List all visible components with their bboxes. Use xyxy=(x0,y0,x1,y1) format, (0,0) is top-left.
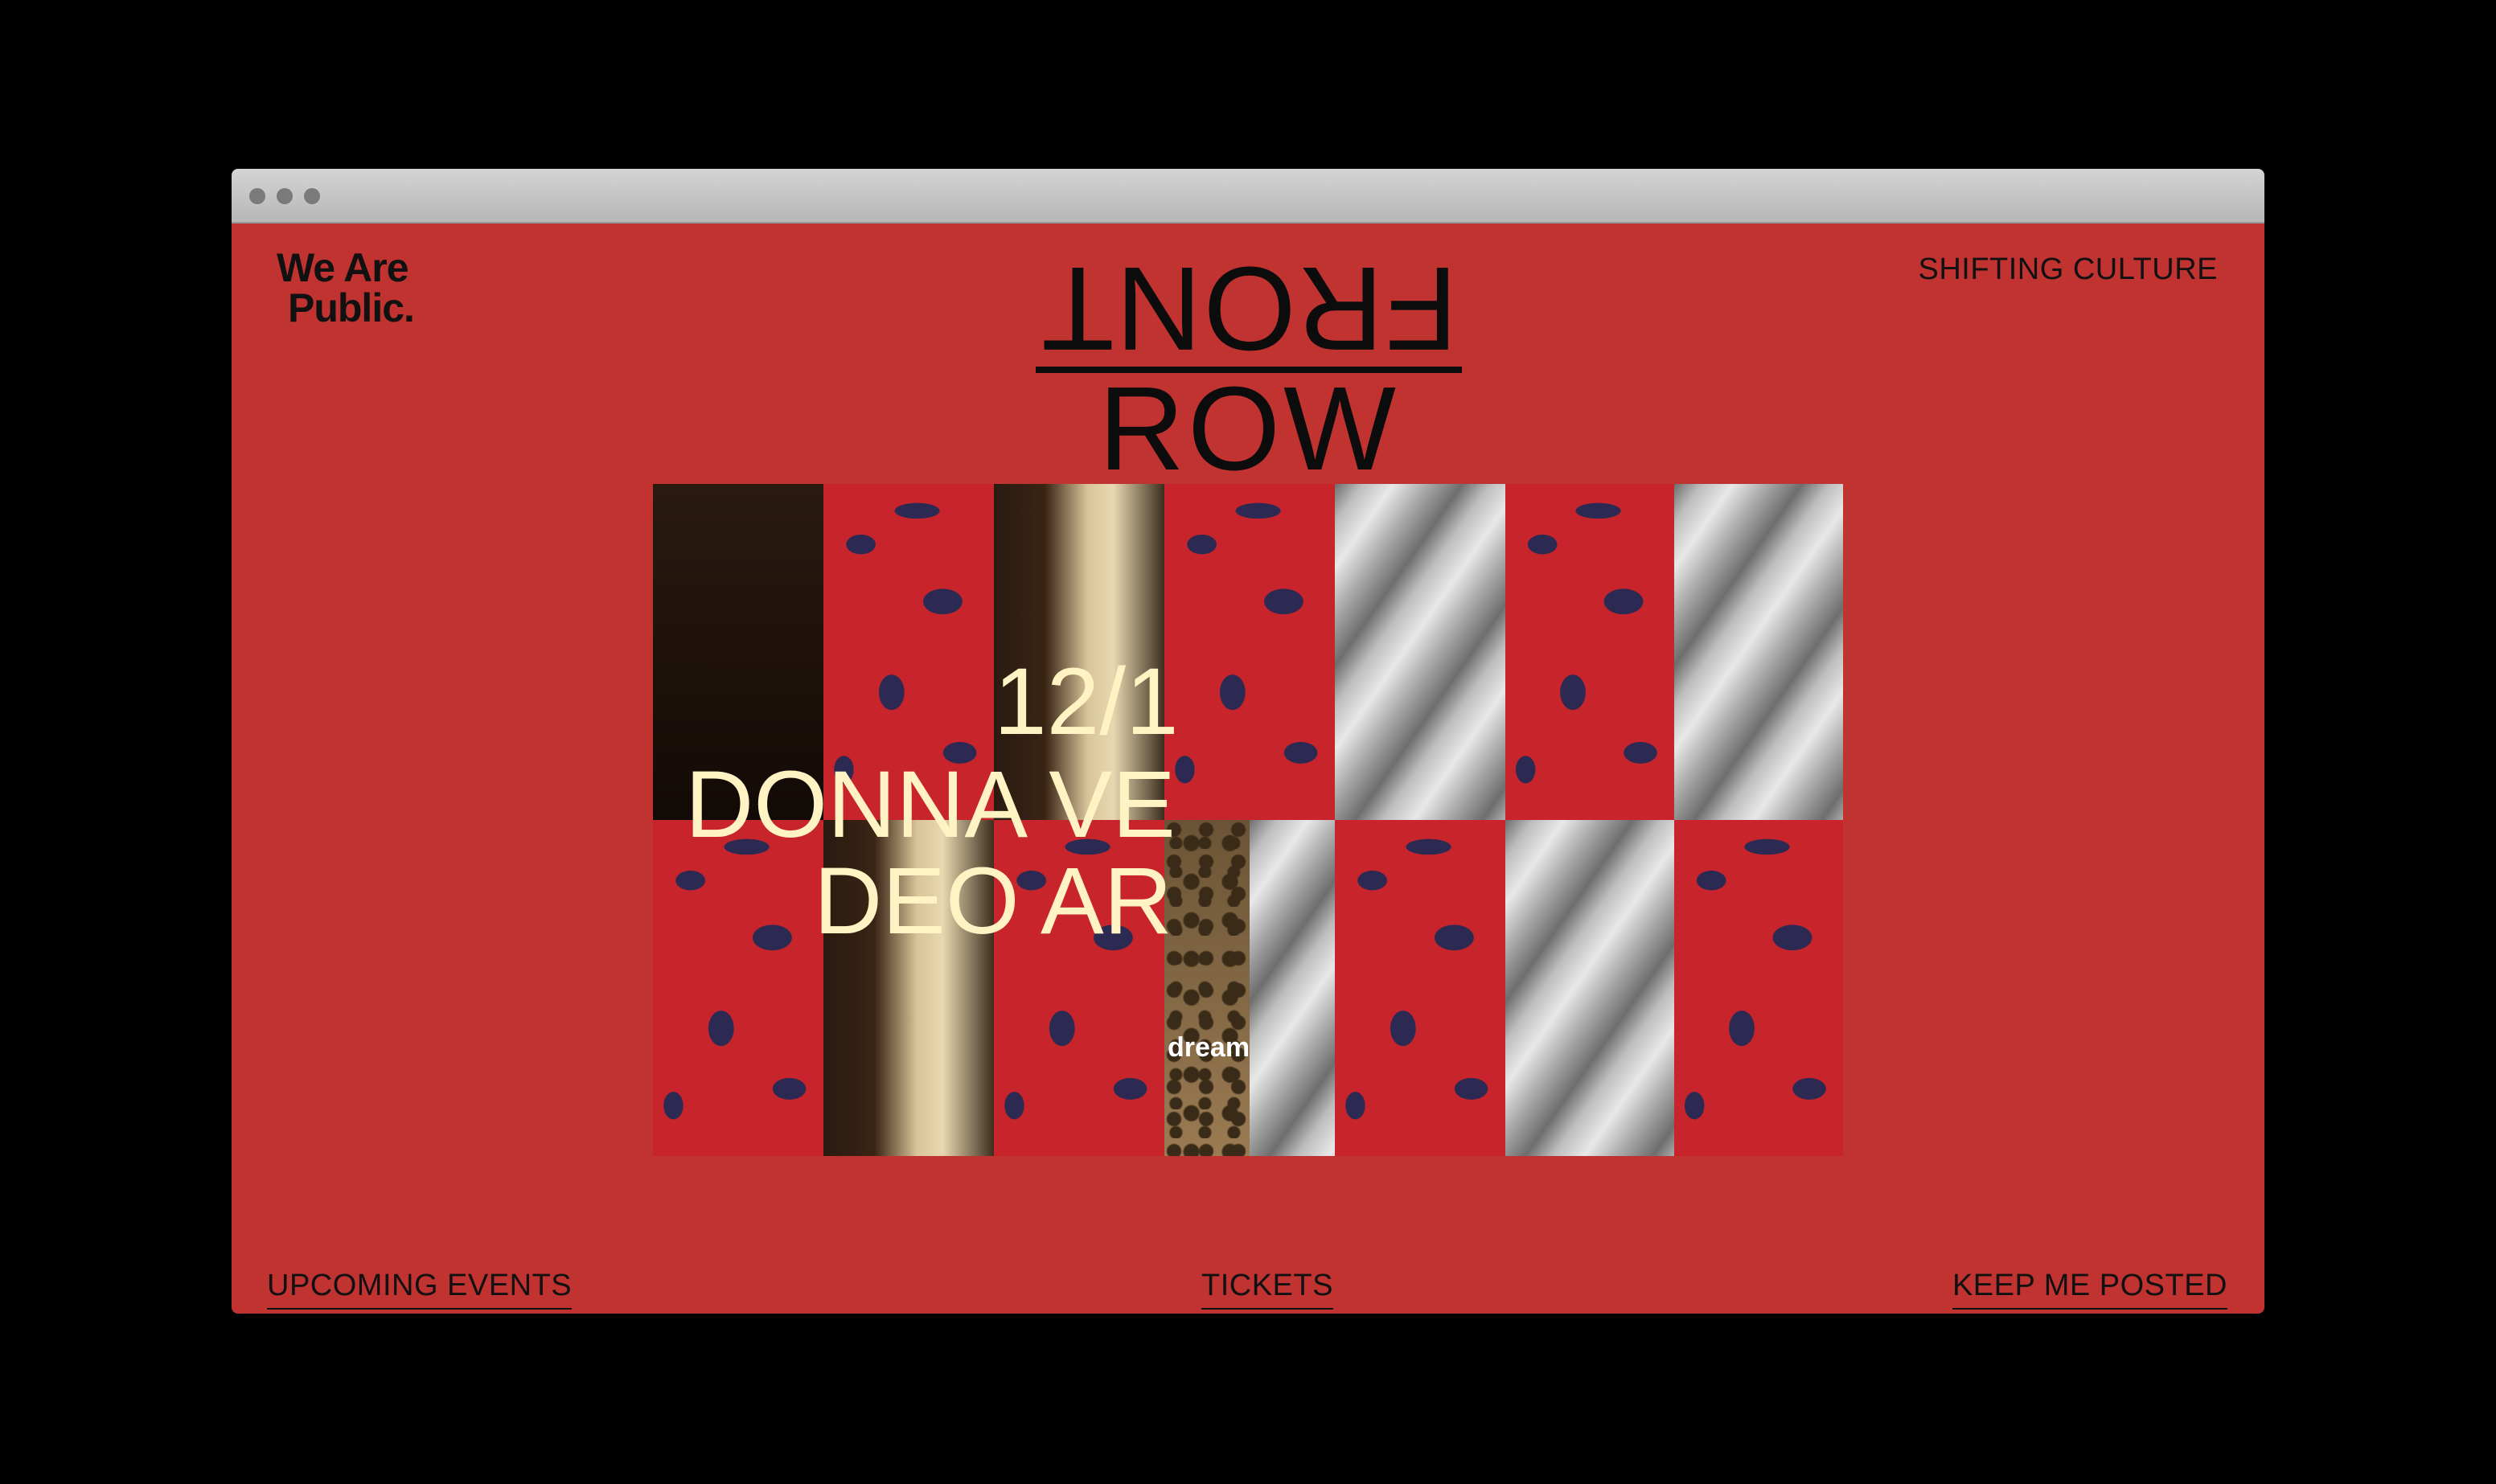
page: We Are Public. SHIFTING CULTURE FRONT RO… xyxy=(232,223,2264,1314)
tagline: SHIFTING CULTURE xyxy=(1918,252,2218,286)
video-caption: dream xyxy=(1168,1032,1250,1063)
browser-window: We Are Public. SHIFTING CULTURE FRONT RO… xyxy=(232,169,2264,1314)
wordmark-row: ROW xyxy=(1098,363,1399,495)
logo-line-1: We Are xyxy=(277,245,409,290)
nav-tickets[interactable]: TICKETS xyxy=(1201,1269,1333,1310)
mosaic-tile-texture xyxy=(1164,484,1335,820)
mosaic-tile-sand xyxy=(1674,484,1843,820)
image-mosaic[interactable]: 12/1 DONNA VE DEO AR dream xyxy=(653,484,1843,1156)
front-row-wordmark: FRONT ROW xyxy=(1036,242,1462,495)
mosaic-tile-texture xyxy=(653,820,823,1156)
event-date-text: 12/1 xyxy=(994,649,1179,755)
mosaic-tile-sand xyxy=(1505,820,1674,1156)
logo-line-2: Public. xyxy=(288,285,415,330)
site-logo[interactable]: We Are Public. xyxy=(277,245,415,330)
window-close-dot[interactable] xyxy=(249,188,265,204)
mosaic-tile-texture xyxy=(1674,820,1843,1156)
mosaic-tile-sand xyxy=(1250,820,1335,1156)
nav-upcoming-events[interactable]: UPCOMING EVENTS xyxy=(267,1269,573,1310)
mosaic-tile-sand xyxy=(1335,484,1505,820)
window-maximize-dot[interactable] xyxy=(304,188,320,204)
mosaic-tile-texture xyxy=(1505,484,1674,820)
window-titlebar xyxy=(232,169,2264,223)
mosaic-tile-video xyxy=(1164,820,1250,1156)
wordmark-front: FRONT xyxy=(1040,242,1458,375)
event-subtitle-fragment: DEO AR xyxy=(814,848,1172,954)
nav-keep-me-posted[interactable]: KEEP ME POSTED xyxy=(1952,1269,2227,1310)
mosaic-tile-texture xyxy=(1335,820,1505,1156)
event-title-fragment: DONNA VE xyxy=(685,752,1176,858)
window-minimize-dot[interactable] xyxy=(277,188,293,204)
